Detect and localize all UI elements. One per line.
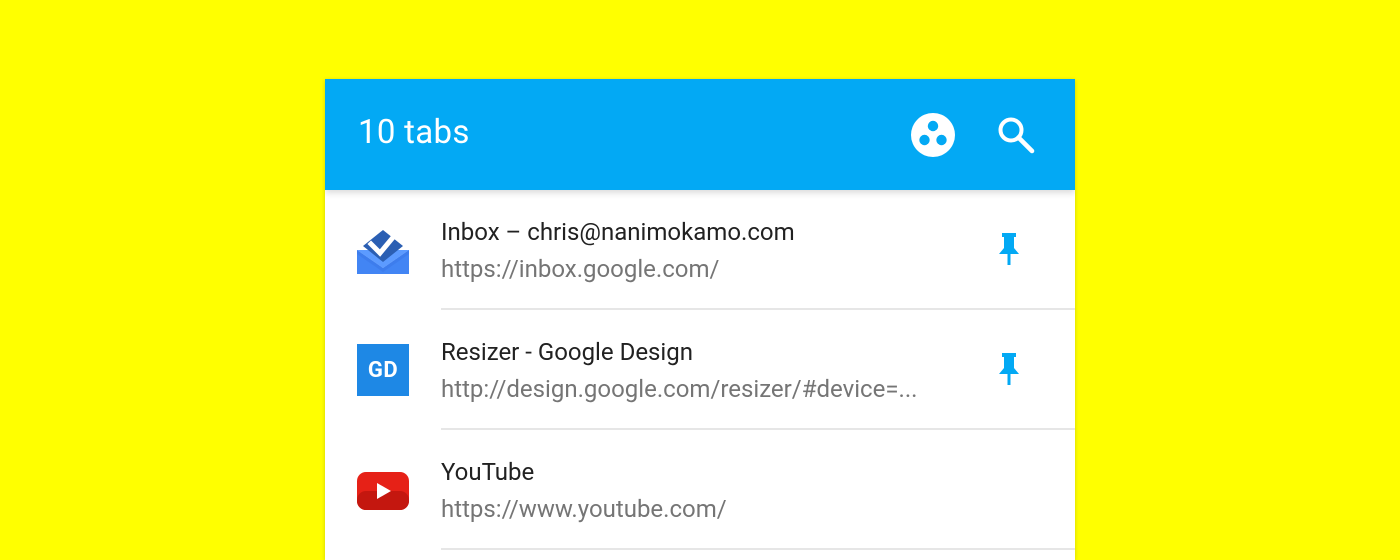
google-design-favicon: GD: [357, 344, 409, 396]
tab-url: http://design.google.com/resizer/#device…: [441, 375, 918, 403]
row-divider: [441, 548, 1075, 550]
pin-button[interactable]: [993, 353, 1025, 385]
tab-row[interactable]: YouTube https://www.youtube.com/: [325, 430, 1075, 550]
tab-list: Inbox – chris@nanimokamo.com https://inb…: [325, 190, 1075, 550]
pin-button[interactable]: [993, 233, 1025, 265]
search-button[interactable]: [993, 112, 1039, 158]
tab-title: Resizer - Google Design: [441, 338, 693, 366]
tab-title: Inbox – chris@nanimokamo.com: [441, 218, 795, 246]
pin-icon: [999, 233, 1019, 265]
tab-count-title: 10 tabs: [358, 113, 470, 152]
inbox-favicon: [357, 230, 409, 274]
group-icon: [911, 113, 955, 157]
tab-title: YouTube: [441, 458, 535, 486]
app-bar: 10 tabs: [325, 79, 1075, 190]
group-tabs-button[interactable]: [910, 112, 956, 158]
tab-row[interactable]: Inbox – chris@nanimokamo.com https://inb…: [325, 190, 1075, 310]
tab-row[interactable]: GD Resizer - Google Design http://design…: [325, 310, 1075, 430]
google-design-favicon-text: GD: [367, 357, 399, 383]
tab-list-panel: 10 tabs Inbox – chris@nanimokamo.com htt…: [325, 79, 1075, 560]
search-icon: [998, 117, 1035, 154]
pin-icon: [999, 353, 1019, 385]
tab-url: https://www.youtube.com/: [441, 495, 727, 523]
tab-url: https://inbox.google.com/: [441, 255, 720, 283]
youtube-favicon: [357, 472, 409, 510]
